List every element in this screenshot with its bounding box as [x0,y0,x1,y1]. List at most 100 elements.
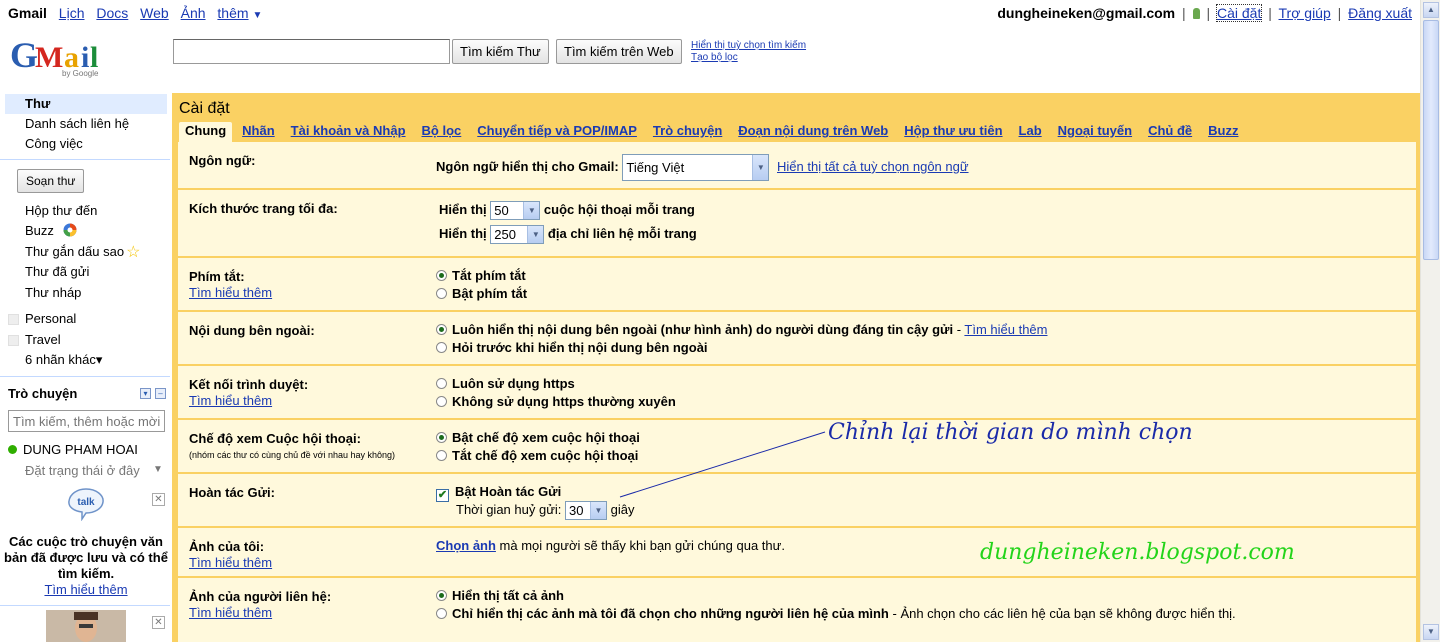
create-filter-link[interactable]: Tạo bộ lọc [691,52,806,64]
choose-picture-link[interactable]: Chọn ảnh [436,538,496,553]
tab-labels[interactable]: Nhãn [236,122,281,142]
search-input[interactable] [173,39,450,64]
scroll-down-icon[interactable]: ▼ [1423,624,1439,640]
tab-labs[interactable]: Lab [1013,122,1048,142]
online-status-icon [8,445,17,454]
chat-status-field[interactable]: Đặt trạng thái ở đây [25,463,140,478]
top-nav-calendar[interactable]: Lịch [59,5,85,21]
radio-button[interactable] [436,450,447,461]
setting-label: Nội dung bên ngoài: [189,323,315,338]
tab-priority-inbox[interactable]: Hộp thư ưu tiên [898,122,1008,142]
logout-link[interactable]: Đăng xuất [1348,5,1412,21]
person-icon[interactable] [1192,8,1200,19]
chat-search-input[interactable] [8,410,165,432]
nav-buzz[interactable]: Buzz [5,221,167,241]
more-labels[interactable]: 6 nhãn khác▾ [5,350,167,370]
avatar[interactable] [46,610,126,642]
top-nav-gmail[interactable]: Gmail [8,5,47,21]
search-options-link[interactable]: Hiển thị tuỳ chọn tìm kiếm [691,40,806,52]
nav-contacts[interactable]: Danh sách liên hệ [5,114,167,134]
conversation-off-option[interactable]: Tắt chế độ xem cuộc hội thoại [436,447,640,465]
nav-inbox[interactable]: Hộp thư đến [5,201,167,221]
picture-learn-more-link[interactable]: Tìm hiểu thêm [189,555,272,570]
chevron-down-icon: ▼ [752,155,769,180]
label-travel[interactable]: Travel [5,330,167,350]
label-personal[interactable]: Personal [5,309,167,329]
settings-link[interactable]: Cài đặt [1215,4,1263,22]
radio-button[interactable] [436,288,447,299]
chat-title[interactable]: Trò chuyện [8,386,77,401]
https-always-option[interactable]: Luôn sử dụng https [436,375,676,393]
scrollbar-thumb[interactable] [1423,20,1439,260]
nav-tasks[interactable]: Công việc [5,134,167,154]
setting-label: Hoàn tác Gửi: [189,485,275,500]
undo-send-option[interactable]: ✔ Bật Hoàn tác Gửi [436,483,635,502]
checkbox[interactable]: ✔ [436,489,449,502]
external-always-option[interactable]: Luôn hiển thị nội dung bên ngoài (như hì… [436,321,1048,339]
tab-web-clips[interactable]: Đoạn nội dung trên Web [732,122,894,142]
tab-chat[interactable]: Trò chuyện [647,122,728,142]
chat-learn-more-link[interactable]: Tìm hiểu thêm [44,582,127,597]
search-links: Hiển thị tuỳ chọn tìm kiếm Tạo bộ lọc [691,40,806,64]
language-select[interactable]: Tiếng Việt ▼ [622,154,770,181]
help-link[interactable]: Trợ giúp [1279,5,1331,21]
show-chosen-pictures-option[interactable]: Chỉ hiển thị các ảnh mà tôi đã chọn cho … [436,605,1236,623]
chevron-down-icon[interactable]: ▼ [252,10,262,21]
setting-label: Kích thước trang tối đa: [189,201,338,216]
tab-accounts-import[interactable]: Tài khoản và Nhập [285,122,412,142]
radio-button[interactable] [436,396,447,407]
chat-minimize-icon[interactable]: – [155,388,166,399]
top-nav-docs[interactable]: Docs [96,5,128,21]
compose-button[interactable]: Soạn thư [17,169,85,193]
contact-pics-learn-more-link[interactable]: Tìm hiểu thêm [189,605,331,620]
top-nav-web[interactable]: Web [140,5,169,21]
nav-sent[interactable]: Thư đã gửi [5,262,167,282]
setting-conversation-view: Chế độ xem Cuộc hội thoại: (nhóm các thư … [178,420,1416,474]
contacts-per-page-select[interactable]: 250 ▼ [490,225,545,245]
tab-forwarding-pop-imap[interactable]: Chuyển tiếp và POP/IMAP [471,122,643,142]
radio-button[interactable] [436,590,447,601]
all-language-options-link[interactable]: Hiển thị tất cả tuỳ chọn ngôn ngữ [777,159,969,174]
tab-themes[interactable]: Chủ đề [1142,122,1198,142]
radio-button[interactable] [436,342,447,353]
chat-options-icon[interactable]: ▾ [140,388,151,399]
shortcuts-on-option[interactable]: Bật phím tắt [436,285,527,303]
chat-self-user[interactable]: DUNG PHAM HOAI [8,442,138,457]
search-mail-button[interactable]: Tìm kiếm Thư [452,39,549,64]
page-scrollbar[interactable]: ▲ ▼ [1420,0,1440,642]
search-web-button[interactable]: Tìm kiếm trên Web [556,39,682,64]
radio-button[interactable] [436,608,447,619]
tab-offline[interactable]: Ngoại tuyến [1052,122,1138,142]
browser-learn-more-link[interactable]: Tìm hiểu thêm [189,393,308,408]
buzz-icon [63,223,77,237]
close-icon[interactable]: ✕ [152,493,165,506]
nav-starred[interactable]: Thư gắn dấu sao ☆ [5,242,167,262]
conversations-per-page-select[interactable]: 50 ▼ [490,201,541,221]
gmail-logo[interactable]: G M a i l by Google [10,35,110,82]
nav-mail[interactable]: Thư [5,94,167,114]
tab-buzz[interactable]: Buzz [1202,122,1244,142]
page-title: Cài đặt [179,100,230,117]
radio-button[interactable] [436,324,447,335]
conversation-on-option[interactable]: Bật chế độ xem cuộc hội thoại [436,429,640,447]
external-ask-option[interactable]: Hỏi trước khi hiển thị nội dung bên ngoà… [436,339,1048,357]
cancel-period-select[interactable]: 30 ▼ [565,501,608,521]
https-never-option[interactable]: Không sử dụng https thường xuyên [436,393,676,411]
scroll-up-icon[interactable]: ▲ [1423,2,1439,18]
external-learn-more-link[interactable]: Tìm hiểu thêm [964,322,1047,337]
top-nav-photos[interactable]: Ảnh [181,5,206,21]
tab-general[interactable]: Chung [179,122,233,142]
show-all-pictures-option[interactable]: Hiển thị tất cả ảnh [436,587,1236,605]
top-nav-more[interactable]: thêm [217,5,248,21]
tab-filters[interactable]: Bộ lọc [416,122,468,142]
radio-button[interactable] [436,432,447,443]
chevron-down-icon: ▼ [523,202,540,220]
shortcuts-learn-more-link[interactable]: Tìm hiểu thêm [189,285,272,300]
close-icon[interactable]: ✕ [152,616,165,629]
radio-button[interactable] [436,378,447,389]
radio-button[interactable] [436,270,447,281]
nav-drafts[interactable]: Thư nháp [5,283,167,303]
chat-history-note: Các cuộc trò chuyện văn bản đã được lưu … [4,534,168,597]
shortcuts-off-option[interactable]: Tắt phím tắt [436,267,527,285]
chevron-down-icon[interactable]: ▼ [153,464,163,475]
